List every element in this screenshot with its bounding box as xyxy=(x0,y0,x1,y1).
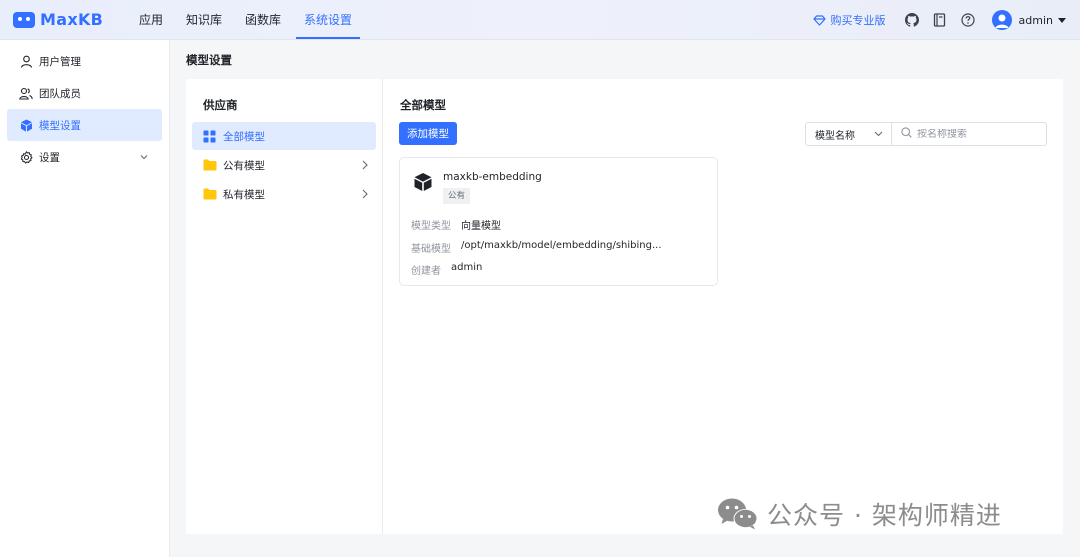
page-title: 模型设置 xyxy=(186,53,232,67)
wechat-icon xyxy=(718,498,758,530)
caret-down-icon xyxy=(1058,17,1066,23)
model-name: maxkb-embedding xyxy=(443,171,542,183)
grid-icon xyxy=(203,130,217,142)
chevron-down-icon xyxy=(874,129,883,140)
provider-item-public-models[interactable]: 公有模型 xyxy=(192,151,376,179)
sidebar-item-label: 设置 xyxy=(39,151,60,164)
nav-item-functions[interactable]: 函数库 xyxy=(237,0,289,40)
watermark-text: 公众号 · 架构师精进 xyxy=(767,501,1002,530)
creator-value: admin xyxy=(451,262,483,273)
sidebar-item-user-management[interactable]: 用户管理 xyxy=(7,45,162,77)
chevron-right-icon xyxy=(362,160,368,173)
sidebar-item-team-members[interactable]: 团队成员 xyxy=(7,77,162,109)
base-model-row: 基础模型 /opt/maxkb/model/embedding/shibing.… xyxy=(411,240,662,255)
chevron-down-icon xyxy=(140,151,148,163)
main-nav: 应用 知识库 函数库 系统设置 xyxy=(131,0,367,40)
chevron-right-icon xyxy=(362,189,368,202)
provider-item-label: 全部模型 xyxy=(223,130,265,143)
model-card[interactable]: maxkb-embedding 公有 模型类型 向量模型 基础模型 /opt/m… xyxy=(399,157,718,286)
creator-row: 创建者 admin xyxy=(411,262,482,277)
add-model-button[interactable]: 添加模型 xyxy=(399,122,457,145)
sidebar-item-label: 模型设置 xyxy=(39,119,81,132)
user-menu[interactable]: admin xyxy=(982,10,1066,30)
sidebar-item-label: 团队成员 xyxy=(39,87,81,100)
buy-pro-link[interactable]: 购买专业版 xyxy=(812,12,886,28)
app-logo[interactable]: MaxKB xyxy=(13,10,125,29)
cube-icon xyxy=(413,172,433,192)
search-group: 模型名称 xyxy=(805,122,1047,146)
model-type-value: 向量模型 xyxy=(461,221,501,232)
diamond-icon xyxy=(812,14,826,26)
nav-item-apps[interactable]: 应用 xyxy=(131,0,171,40)
book-icon[interactable] xyxy=(932,12,948,28)
sidebar: 用户管理 团队成员 模型设置 设置 xyxy=(0,40,170,557)
model-type-label: 模型类型 xyxy=(411,221,451,232)
search-input[interactable] xyxy=(917,128,1037,140)
provider-item-label: 公有模型 xyxy=(223,159,265,172)
buy-pro-label: 购买专业版 xyxy=(830,14,886,27)
main-panel: 供应商 全部模型 公有模型 私有模型 全部模型 添加模型 模型名称 按名称搜索 … xyxy=(186,79,1063,534)
provider-item-all-models[interactable]: 全部模型 xyxy=(192,122,376,150)
watermark: 公众号 · 架构师精进 xyxy=(717,496,1002,532)
top-navbar: MaxKB 应用 知识库 函数库 系统设置 购买专业版 admin xyxy=(0,0,1080,40)
sidebar-item-settings[interactable]: 设置 xyxy=(7,141,162,173)
team-icon xyxy=(19,86,33,100)
username: admin xyxy=(1018,13,1053,27)
avatar xyxy=(991,10,1012,30)
cube-icon xyxy=(19,118,33,132)
base-model-label: 基础模型 xyxy=(411,244,451,255)
logo-icon xyxy=(13,11,35,28)
base-model-value: /opt/maxkb/model/embedding/shibing... xyxy=(461,240,662,251)
user-icon xyxy=(19,54,33,68)
header-actions: 购买专业版 admin xyxy=(812,0,1066,40)
search-filter-select[interactable]: 模型名称 xyxy=(806,123,892,145)
nav-item-knowledge[interactable]: 知识库 xyxy=(178,0,230,40)
nav-item-system-settings[interactable]: 系统设置 xyxy=(296,0,361,40)
sidebar-item-label: 用户管理 xyxy=(39,55,81,68)
app-name: MaxKB xyxy=(40,10,104,29)
creator-label: 创建者 xyxy=(411,266,441,277)
provider-item-label: 私有模型 xyxy=(223,188,265,201)
help-icon[interactable] xyxy=(960,12,976,28)
gear-icon xyxy=(19,150,33,164)
provider-item-private-models[interactable]: 私有模型 xyxy=(192,180,376,208)
search-filter-value: 模型名称 xyxy=(815,130,855,142)
content-title: 全部模型 xyxy=(400,98,446,112)
folder-icon xyxy=(203,188,217,200)
search-box xyxy=(892,123,1046,145)
folder-icon xyxy=(203,159,217,171)
model-tag: 公有 xyxy=(443,188,471,204)
github-icon[interactable] xyxy=(904,12,920,28)
provider-list: 供应商 全部模型 公有模型 私有模型 xyxy=(186,79,383,534)
search-icon xyxy=(901,127,912,141)
provider-title: 供应商 xyxy=(203,98,238,112)
model-type-row: 模型类型 向量模型 xyxy=(411,217,501,232)
sidebar-item-model-settings[interactable]: 模型设置 xyxy=(7,109,162,141)
